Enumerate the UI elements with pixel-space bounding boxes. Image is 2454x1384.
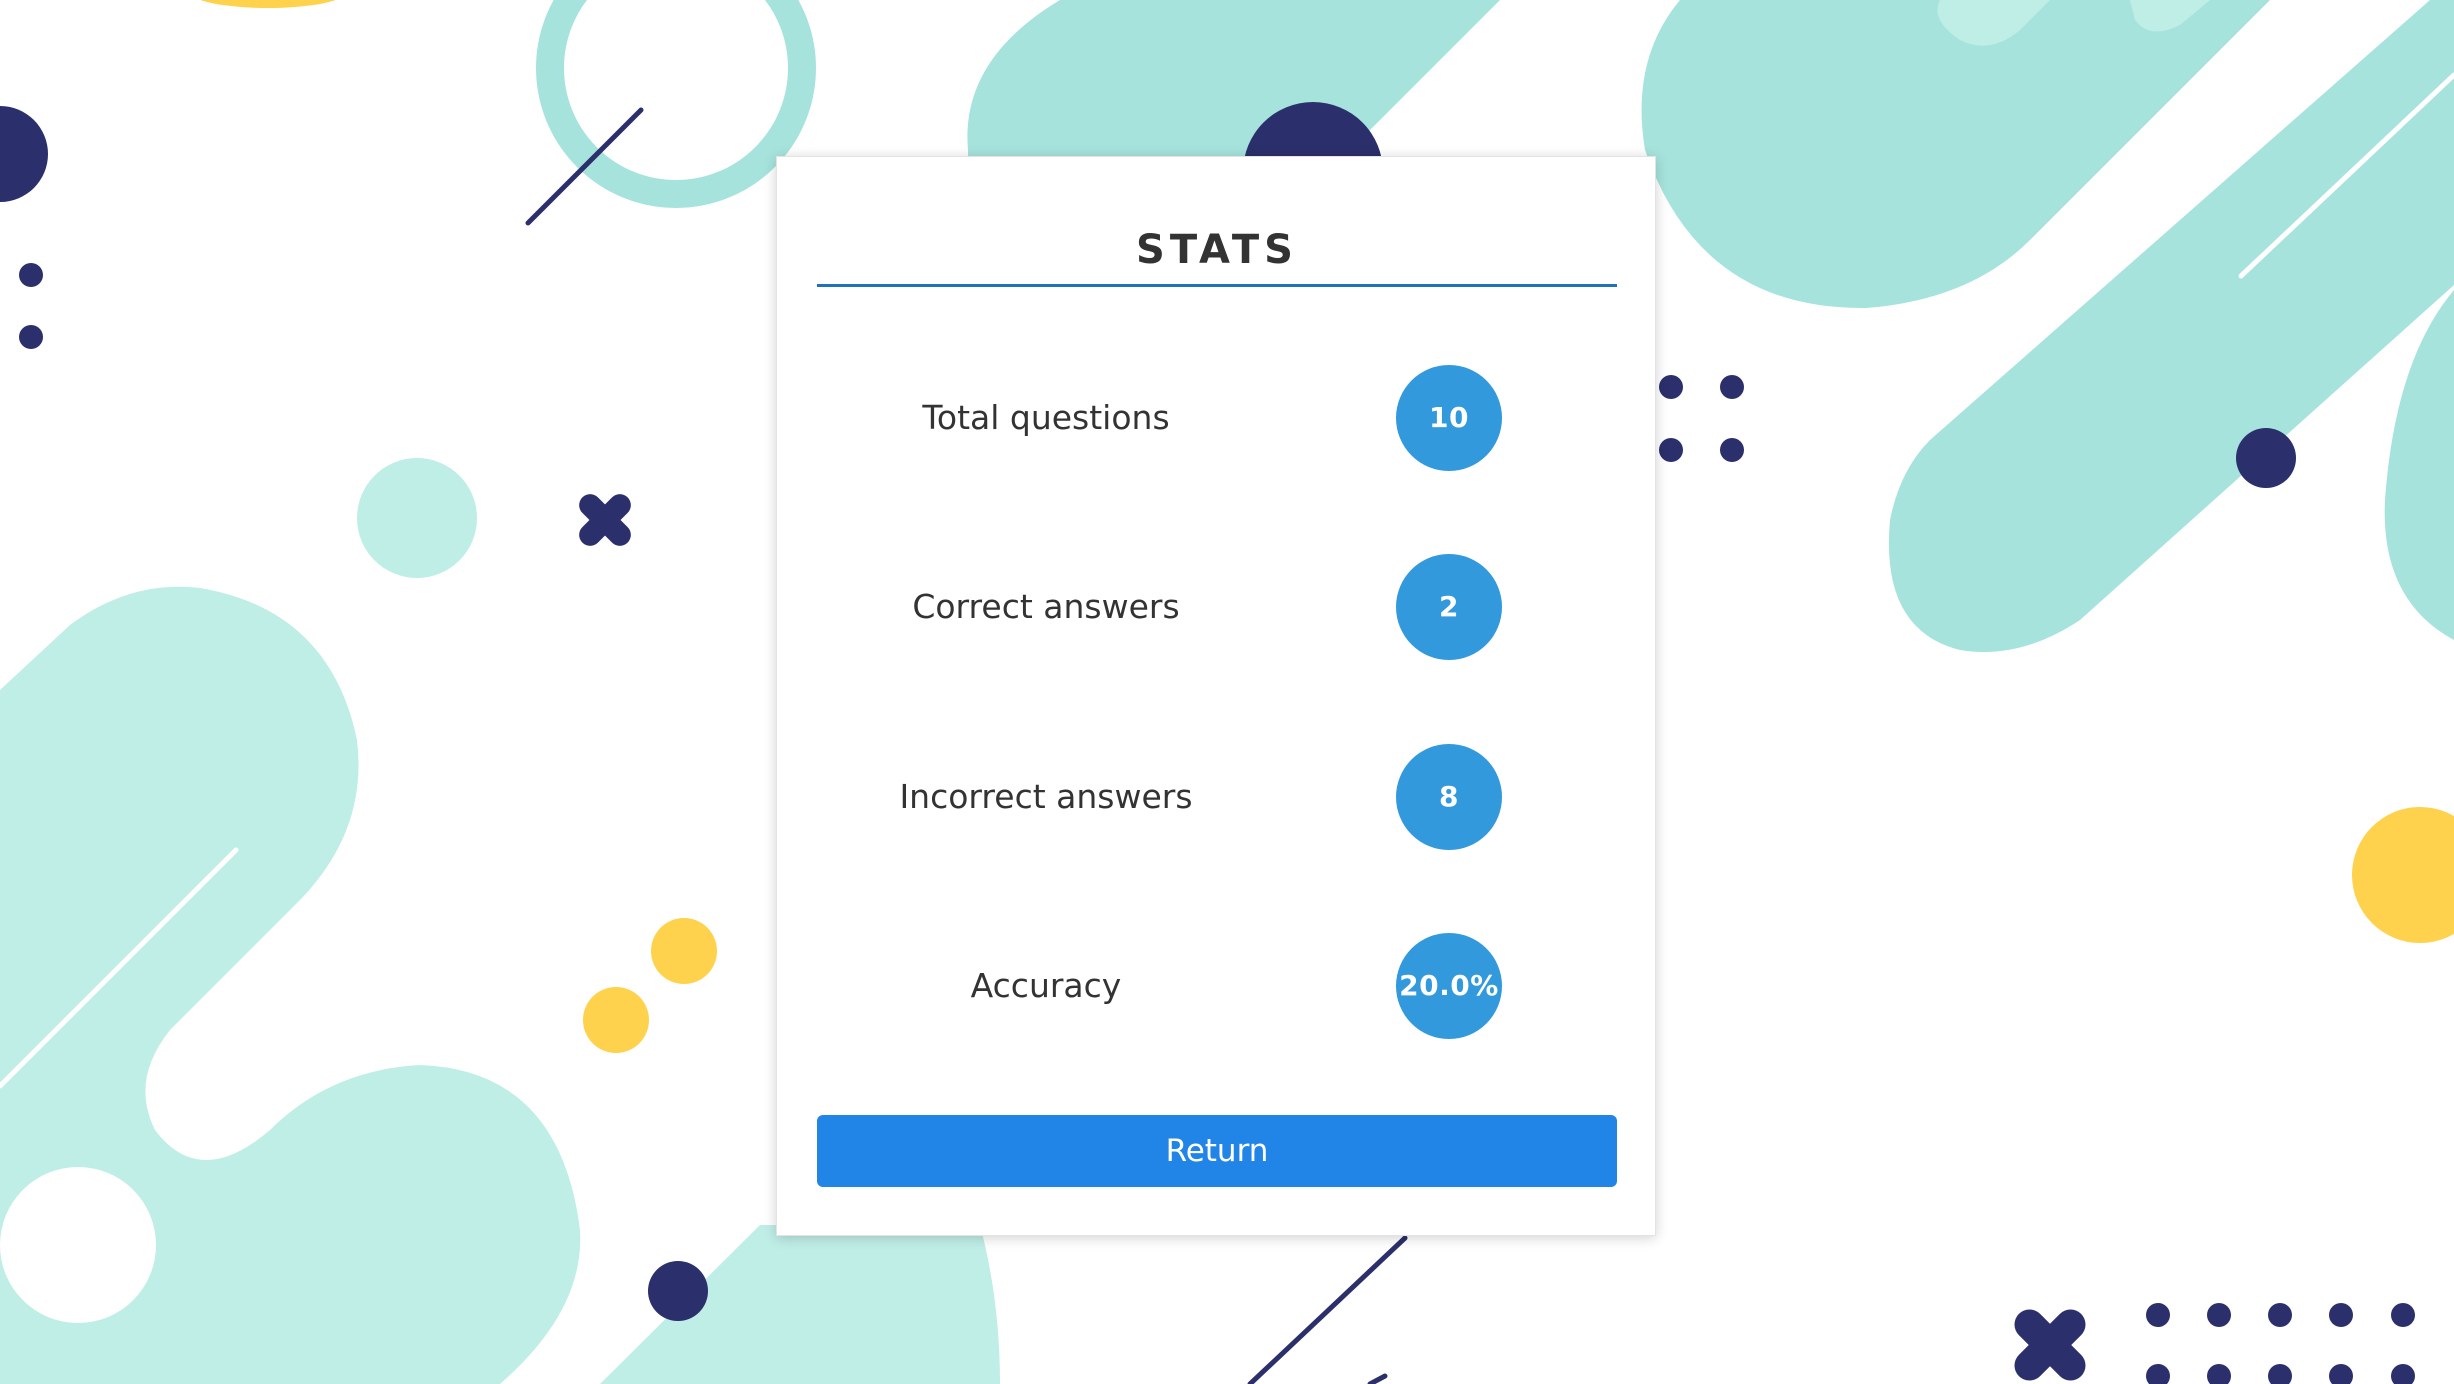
navy-grid-dot — [2146, 1303, 2170, 1327]
stat-label: Incorrect answers — [899, 777, 1193, 816]
x-cross-bottom — [2014, 1309, 2086, 1381]
stat-label: Correct answers — [912, 587, 1180, 626]
navy-dot-small-1 — [19, 263, 43, 287]
navy-dot-left-edge — [0, 106, 48, 202]
navy-line-top-left — [525, 107, 644, 226]
mint-blob-top-center — [967, 0, 1500, 160]
quiz-stats-screen: STATS Total questions 10 Correct answers… — [0, 0, 2454, 1384]
navy-grid-dot — [1720, 375, 1744, 399]
stat-row-correct-answers: Correct answers 2 — [777, 554, 1657, 660]
return-button[interactable]: Return — [817, 1115, 1617, 1187]
navy-grid-dot — [2391, 1364, 2415, 1384]
stat-value-badge: 20.0% — [1396, 933, 1502, 1039]
yellow-blob-top — [200, 0, 336, 8]
navy-grid-dot — [2207, 1364, 2231, 1384]
stat-label: Accuracy — [970, 966, 1122, 1005]
navy-grid-dot — [1720, 438, 1744, 462]
navy-grid-dot — [2268, 1364, 2292, 1384]
navy-grid-dot — [2146, 1364, 2170, 1384]
navy-dot-bottom — [648, 1261, 708, 1321]
stat-value-badge: 2 — [1396, 554, 1502, 660]
navy-line-bottom — [1247, 1235, 1408, 1384]
navy-grid-dot — [2329, 1303, 2353, 1327]
stat-label: Total questions — [922, 398, 1170, 437]
mint-band-right-2 — [2384, 290, 2454, 640]
navy-grid-dot — [2268, 1303, 2292, 1327]
navy-grid-dot — [2329, 1364, 2353, 1384]
navy-grid-dot — [1659, 375, 1683, 399]
stat-value-badge: 10 — [1396, 365, 1502, 471]
navy-grid-dot — [2391, 1303, 2415, 1327]
stats-card: STATS Total questions 10 Correct answers… — [776, 156, 1656, 1236]
title-underline — [817, 284, 1617, 287]
yellow-circle-right — [2352, 807, 2454, 943]
mint-circle-left — [357, 458, 477, 578]
navy-line-bottom-2 — [1367, 1373, 1388, 1384]
yellow-dot — [651, 918, 717, 984]
stat-row-incorrect-answers: Incorrect answers 8 — [777, 744, 1657, 850]
white-circle-left — [0, 1167, 156, 1323]
yellow-dot — [583, 987, 649, 1053]
navy-grid-dot — [1659, 438, 1683, 462]
stats-title: STATS — [1136, 227, 1298, 273]
navy-dot-small-2 — [19, 325, 43, 349]
stat-row-accuracy: Accuracy 20.0% — [777, 933, 1657, 1039]
navy-dot-right — [2236, 428, 2296, 488]
x-cross-icon — [579, 494, 631, 546]
stat-value-badge: 8 — [1396, 744, 1502, 850]
navy-grid-dot — [2207, 1303, 2231, 1327]
stat-row-total-questions: Total questions 10 — [777, 365, 1657, 471]
